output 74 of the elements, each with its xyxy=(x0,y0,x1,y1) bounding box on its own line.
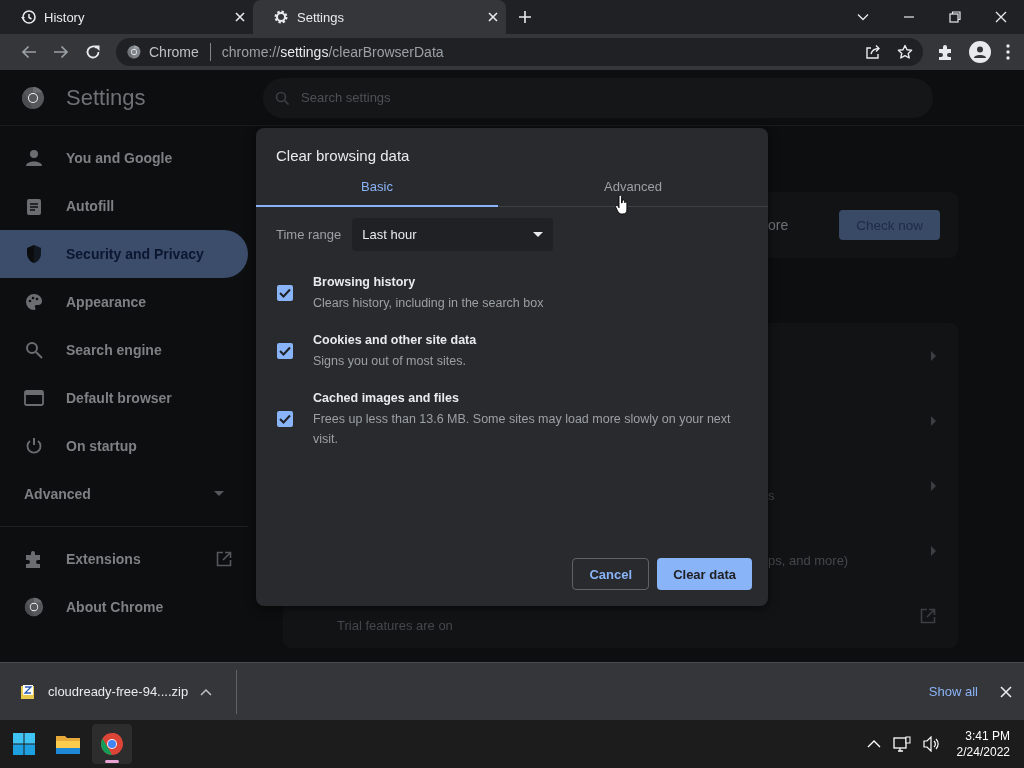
new-tab-icon[interactable] xyxy=(518,10,532,24)
browser-tab[interactable]: History xyxy=(0,0,253,34)
network-monitor-icon[interactable] xyxy=(892,736,911,752)
sidebar-item[interactable]: Appearance xyxy=(0,278,248,326)
speaker-icon[interactable] xyxy=(922,736,941,752)
zip-file-icon xyxy=(20,683,36,700)
history-icon xyxy=(20,9,36,25)
taskbar-button[interactable] xyxy=(92,724,132,764)
caret-down-icon xyxy=(533,232,544,237)
person-icon xyxy=(24,149,44,167)
field-label: Time range xyxy=(276,227,342,242)
checkbox[interactable] xyxy=(277,343,293,359)
close-icon[interactable] xyxy=(994,10,1008,24)
address-bar[interactable]: Chrome chrome://settings/clearBrowserData xyxy=(116,38,923,66)
hand-cursor-icon xyxy=(615,195,629,215)
option-title: Cookies and other site data xyxy=(313,332,477,349)
url-text: chrome://settings/clearBrowserData xyxy=(221,44,445,60)
reload-icon[interactable] xyxy=(85,44,101,60)
folder-icon[interactable] xyxy=(55,733,81,755)
sidebar-item[interactable]: Extensions xyxy=(0,535,248,583)
forward-arrow-icon[interactable] xyxy=(53,44,69,60)
option-description: Frees up less than 13.6 MB. Some sites may load more slowly on your next visit. xyxy=(313,411,732,448)
star-icon[interactable] xyxy=(897,44,913,60)
option-description: Clears history, including in the search box xyxy=(313,295,544,312)
checkbox[interactable] xyxy=(277,411,293,427)
search-icon xyxy=(275,90,289,105)
gear-icon xyxy=(273,9,289,25)
checkmark-icon xyxy=(279,346,291,356)
cancel-button[interactable]: Cancel xyxy=(572,558,650,590)
option-title: Cached images and files xyxy=(313,390,460,407)
close-icon[interactable] xyxy=(488,12,498,22)
time-range-dropdown[interactable]: Last hour xyxy=(352,218,554,251)
dialog-title: Clear browsing data xyxy=(275,146,411,164)
clear-data-button[interactable]: Clear data xyxy=(657,558,752,590)
clipboard-icon xyxy=(24,197,44,215)
show-all-link[interactable]: Show all xyxy=(928,684,978,699)
checkmark-icon xyxy=(279,414,291,424)
sidebar-item[interactable]: About Chrome xyxy=(0,583,248,631)
checkmark-icon xyxy=(279,288,291,298)
clock[interactable]: 3:41 PM 2/24/2022 xyxy=(956,728,1010,760)
power-icon xyxy=(24,437,44,455)
checkbox[interactable] xyxy=(277,285,293,301)
sidebar-item[interactable]: You and Google xyxy=(0,134,248,182)
browser-window-icon xyxy=(24,390,44,406)
back-arrow-icon[interactable] xyxy=(21,44,37,60)
windows-logo-icon[interactable] xyxy=(12,732,36,756)
close-icon[interactable] xyxy=(1000,685,1012,698)
sidebar-item[interactable]: Autofill xyxy=(0,182,248,230)
dialog-tab[interactable]: Advanced xyxy=(498,178,768,207)
open-in-new-icon xyxy=(920,607,936,624)
dialog-tab[interactable]: Basic xyxy=(256,178,498,207)
open-in-new-icon xyxy=(216,551,232,567)
profile-avatar-icon[interactable] xyxy=(969,41,991,63)
page-title: Settings xyxy=(66,84,147,111)
menu-icon[interactable] xyxy=(1006,44,1010,60)
sidebar-item[interactable]: On startup xyxy=(0,422,248,470)
shield-icon xyxy=(24,244,44,264)
puzzle-icon[interactable] xyxy=(937,43,954,61)
restore-icon[interactable] xyxy=(948,10,962,24)
sidebar-item[interactable]: Search engine xyxy=(0,326,248,374)
person-icon xyxy=(974,46,986,58)
chevron-up-icon[interactable] xyxy=(200,687,213,696)
site-label: Chrome xyxy=(149,44,199,60)
sidebar-item[interactable]: Default browser xyxy=(0,374,248,422)
palette-icon xyxy=(24,293,44,311)
close-icon[interactable] xyxy=(235,12,245,22)
advanced-section-toggle[interactable]: Advanced xyxy=(0,470,248,518)
share-icon[interactable] xyxy=(865,44,881,60)
option-description: Signs you out of most sites. xyxy=(313,353,467,370)
search-icon xyxy=(24,341,44,359)
card-text: ore xyxy=(768,217,790,233)
browser-tab[interactable]: Settings xyxy=(253,0,506,34)
option-title: Browsing history xyxy=(313,274,417,291)
download-file-name[interactable]: cloudready-free-94....zip xyxy=(48,684,189,699)
